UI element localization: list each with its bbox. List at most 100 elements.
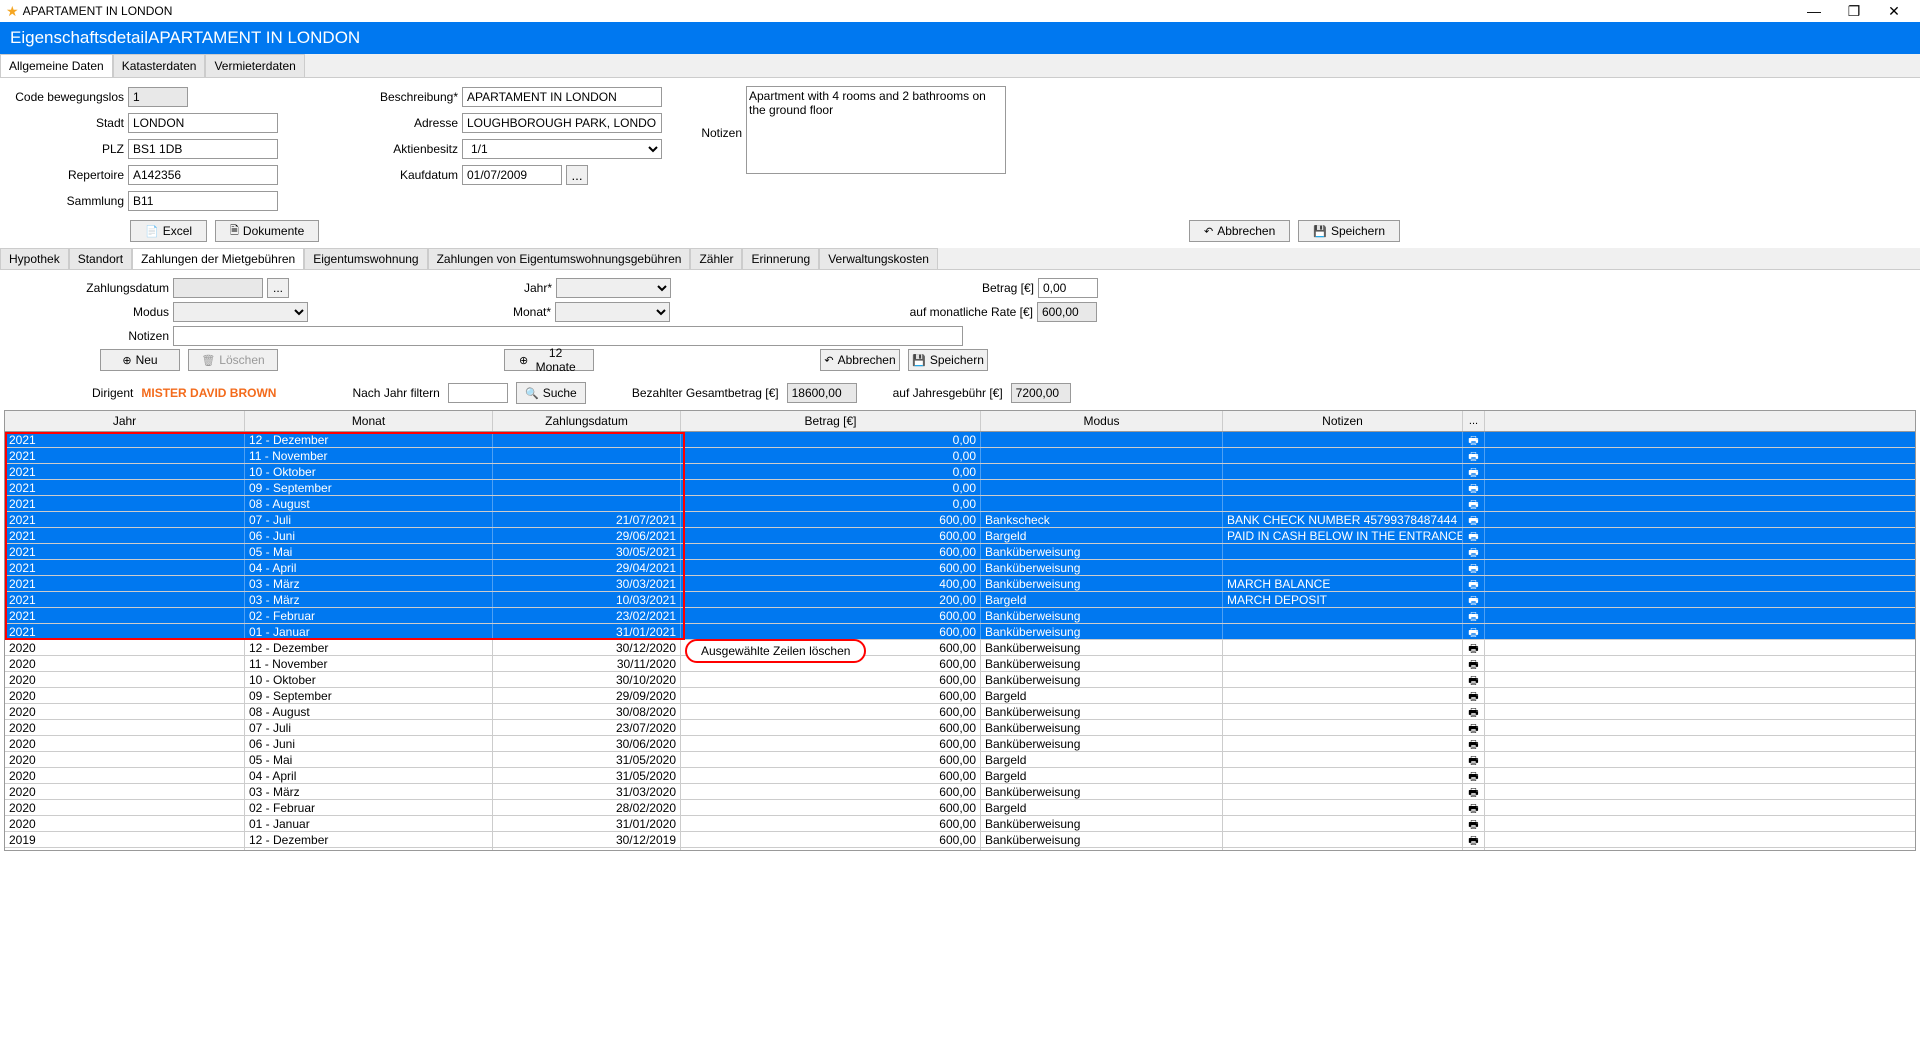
tab-mid-1[interactable]: Standort (69, 248, 132, 269)
col-betrag-header[interactable]: Betrag [€] (681, 411, 981, 431)
col-datum-header[interactable]: Zahlungsdatum (493, 411, 681, 431)
table-row[interactable]: 202104 - April29/04/2021600,00Banküberwe… (5, 560, 1915, 576)
table-row[interactable]: 202105 - Mai30/05/2021600,00Banküberweis… (5, 544, 1915, 560)
table-row[interactable]: 202007 - Juli23/07/2020600,00Banküberwei… (5, 720, 1915, 736)
table-row[interactable]: 202102 - Februar23/02/2021600,00Banküber… (5, 608, 1915, 624)
col-notiz-header[interactable]: Notizen (1223, 411, 1463, 431)
table-row[interactable]: 202107 - Juli21/07/2021600,00BankscheckB… (5, 512, 1915, 528)
table-row[interactable]: 202008 - August30/08/2020600,00Banküberw… (5, 704, 1915, 720)
stadt-input[interactable] (128, 113, 278, 133)
print-icon[interactable]: 🖶 (1468, 435, 1478, 447)
table-row[interactable]: 202003 - März31/03/2020600,00Banküberwei… (5, 784, 1915, 800)
bezahlt-input[interactable] (787, 383, 857, 403)
sammlung-input[interactable] (128, 191, 278, 211)
table-row[interactable]: 201911 - November29/11/2019600,00Bankübe… (5, 848, 1915, 850)
rate-input[interactable] (1037, 302, 1097, 322)
plz-input[interactable] (128, 139, 278, 159)
monat-select[interactable] (555, 302, 670, 322)
context-menu-delete[interactable]: Ausgewählte Zeilen löschen (685, 639, 866, 663)
tab-mid-7[interactable]: Verwaltungskosten (819, 248, 938, 269)
print-icon[interactable]: 🖶 (1468, 707, 1478, 719)
print-icon[interactable]: 🖶 (1468, 595, 1478, 607)
neu-button[interactable]: ⊕Neu (100, 349, 180, 371)
maximize-button[interactable]: ❐ (1834, 3, 1874, 20)
loeschen-button[interactable]: 🗑Löschen (188, 349, 278, 371)
modus-select[interactable] (173, 302, 308, 322)
print-icon[interactable]: 🖶 (1468, 771, 1478, 783)
table-row[interactable]: 202112 - Dezember0,00🖶 (5, 432, 1915, 448)
table-row[interactable]: 202111 - November0,00🖶 (5, 448, 1915, 464)
print-icon[interactable]: 🖶 (1468, 611, 1478, 623)
suche-button[interactable]: 🔍Suche (516, 382, 586, 404)
tab-mid-6[interactable]: Erinnerung (742, 248, 819, 269)
table-row[interactable]: 202103 - März10/03/2021200,00BargeldMARC… (5, 592, 1915, 608)
jahresgeb-input[interactable] (1011, 383, 1071, 403)
table-row[interactable]: 202005 - Mai31/05/2020600,00Bargeld🖶 (5, 752, 1915, 768)
filter-input[interactable] (448, 383, 508, 403)
repertoire-input[interactable] (128, 165, 278, 185)
print-icon[interactable]: 🖶 (1468, 787, 1478, 799)
table-row[interactable]: 202103 - März30/03/2021400,00Banküberwei… (5, 576, 1915, 592)
speichern2-button[interactable]: 💾Speichern (908, 349, 988, 371)
print-icon[interactable]: 🖶 (1468, 691, 1478, 703)
betrag-input[interactable] (1038, 278, 1098, 298)
print-icon[interactable]: 🖶 (1468, 547, 1478, 559)
print-icon[interactable]: 🖶 (1468, 739, 1478, 751)
tab-mid-5[interactable]: Zähler (690, 248, 742, 269)
print-icon[interactable]: 🖶 (1468, 819, 1478, 831)
print-icon[interactable]: 🖶 (1468, 659, 1478, 671)
table-row[interactable]: 202010 - Oktober30/10/2020600,00Banküber… (5, 672, 1915, 688)
print-icon[interactable]: 🖶 (1468, 579, 1478, 591)
table-row[interactable]: 202009 - September29/09/2020600,00Bargel… (5, 688, 1915, 704)
adresse-input[interactable] (462, 113, 662, 133)
aktien-select[interactable]: 1/1 (462, 139, 662, 159)
beschreibung-input[interactable] (462, 87, 662, 107)
excel-button[interactable]: 📄Excel (130, 220, 207, 242)
print-icon[interactable]: 🖶 (1468, 467, 1478, 479)
minimize-button[interactable]: — (1794, 3, 1834, 20)
tab-mid-3[interactable]: Eigentumswohnung (304, 248, 427, 269)
code-input[interactable] (128, 87, 188, 107)
print-icon[interactable]: 🖶 (1468, 627, 1478, 639)
col-monat-header[interactable]: Monat (245, 411, 493, 431)
print-icon[interactable]: 🖶 (1468, 835, 1478, 847)
col-jahr-header[interactable]: Jahr (5, 411, 245, 431)
kaufdatum-input[interactable] (462, 165, 562, 185)
close-button[interactable]: ✕ (1874, 3, 1914, 20)
print-icon[interactable]: 🖶 (1468, 643, 1478, 655)
zahlungsdatum-picker-button[interactable]: ... (267, 278, 289, 298)
table-row[interactable]: 202012 - Dezember30/12/2020600,00Bankübe… (5, 640, 1915, 656)
speichern-button[interactable]: 💾Speichern (1298, 220, 1400, 242)
notizen-textarea[interactable]: Apartment with 4 rooms and 2 bathrooms o… (746, 86, 1006, 174)
tab-top-2[interactable]: Vermieterdaten (205, 54, 304, 77)
dokumente-button[interactable]: 🗎Dokumente (215, 220, 319, 242)
table-row[interactable]: 202110 - Oktober0,00🖶 (5, 464, 1915, 480)
payform-notizen-input[interactable] (173, 326, 963, 346)
kaufdatum-picker-button[interactable]: ... (566, 165, 588, 185)
table-row[interactable]: 202108 - August0,00🖶 (5, 496, 1915, 512)
table-row[interactable]: 202106 - Juni29/06/2021600,00BargeldPAID… (5, 528, 1915, 544)
table-row[interactable]: 202004 - April31/05/2020600,00Bargeld🖶 (5, 768, 1915, 784)
tab-mid-2[interactable]: Zahlungen der Mietgebühren (132, 248, 304, 269)
monate12-button[interactable]: ⊕12 Monate (504, 349, 594, 371)
table-row[interactable]: 202109 - September0,00🖶 (5, 480, 1915, 496)
jahr-select[interactable] (556, 278, 671, 298)
col-print-header[interactable]: ... (1463, 411, 1485, 431)
table-row[interactable]: 202101 - Januar31/01/2021600,00Banküberw… (5, 624, 1915, 640)
table-row[interactable]: 202006 - Juni30/06/2020600,00Banküberwei… (5, 736, 1915, 752)
table-row[interactable]: 202011 - November30/11/2020600,00Bankübe… (5, 656, 1915, 672)
print-icon[interactable]: 🖶 (1468, 451, 1478, 463)
print-icon[interactable]: 🖶 (1468, 499, 1478, 511)
abbrechen2-button[interactable]: ↶Abbrechen (820, 349, 900, 371)
print-icon[interactable]: 🖶 (1468, 803, 1478, 815)
print-icon[interactable]: 🖶 (1468, 755, 1478, 767)
grid-body[interactable]: 202112 - Dezember0,00🖶202111 - November0… (5, 432, 1915, 850)
print-icon[interactable]: 🖶 (1468, 723, 1478, 735)
tab-top-1[interactable]: Katasterdaten (113, 54, 206, 77)
print-icon[interactable]: 🖶 (1468, 483, 1478, 495)
zahlungsdatum-input[interactable] (173, 278, 263, 298)
table-row[interactable]: 202001 - Januar31/01/2020600,00Banküberw… (5, 816, 1915, 832)
tab-mid-4[interactable]: Zahlungen von Eigentumswohnungsgebühren (428, 248, 691, 269)
print-icon[interactable]: 🖶 (1468, 563, 1478, 575)
table-row[interactable]: 201912 - Dezember30/12/2019600,00Bankübe… (5, 832, 1915, 848)
